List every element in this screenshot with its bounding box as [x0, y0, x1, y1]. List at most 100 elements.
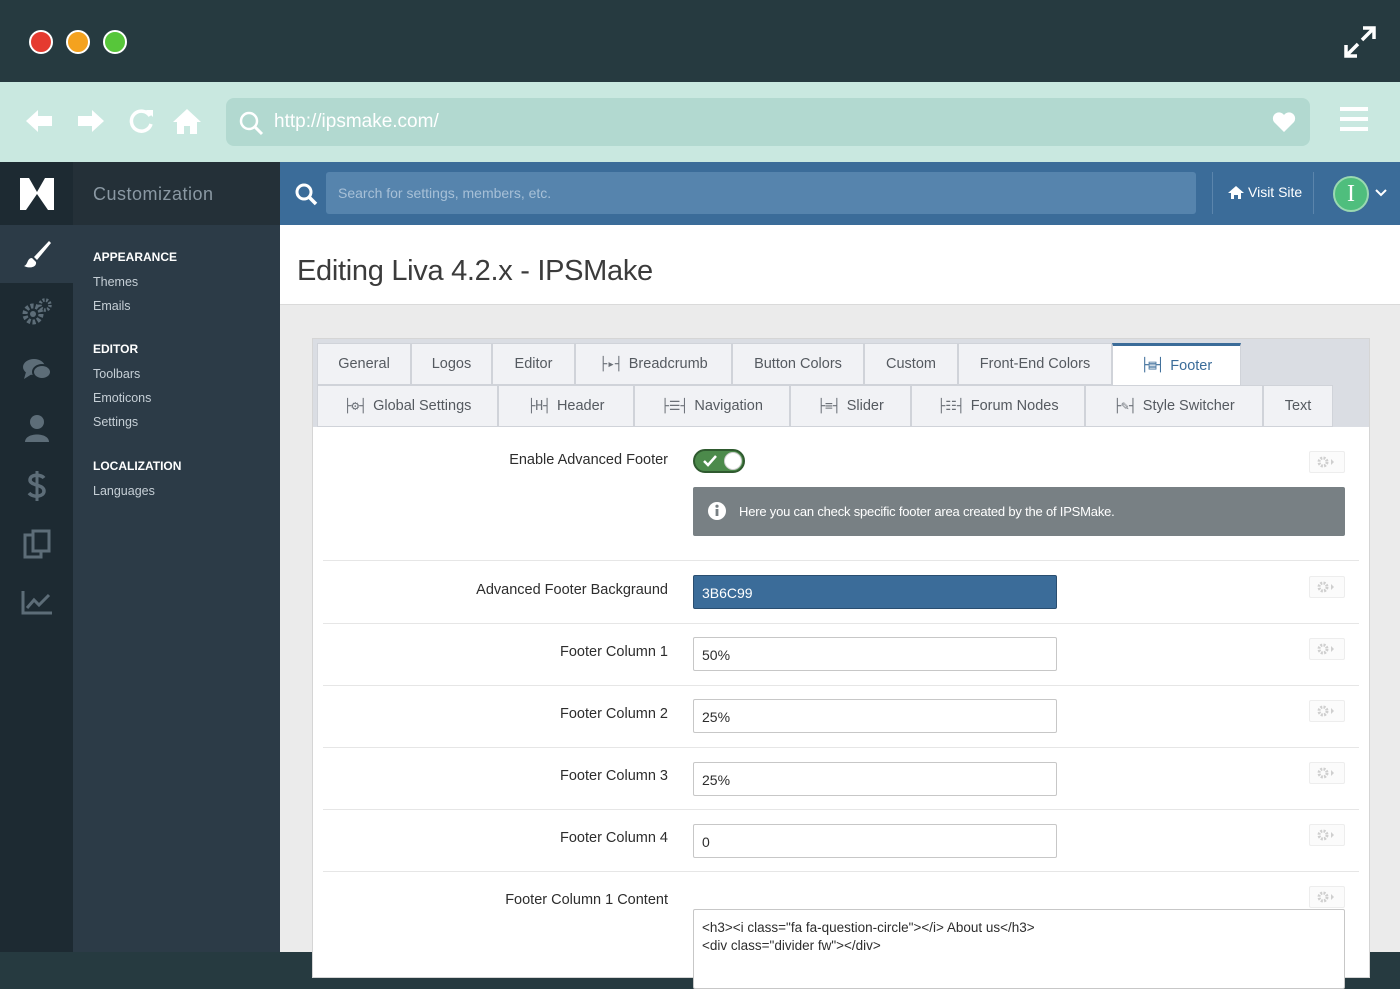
rail-stats[interactable]	[0, 573, 73, 631]
url-text: http://ipsmake.com/	[274, 111, 439, 132]
footer-background-label: Advanced Footer Backgraund	[476, 582, 668, 598]
expand-icon[interactable]	[1342, 24, 1378, 60]
sidebar-group-editor: EDITOR	[93, 342, 139, 356]
chevron-down-icon[interactable]	[1374, 186, 1388, 200]
row-divider	[323, 747, 1359, 748]
chart-line-icon	[21, 591, 52, 615]
ipsmake-logo-icon	[20, 178, 54, 210]
section-sidebar: Customization APPEARANCE Themes Emails E…	[73, 162, 280, 952]
search-icon	[239, 111, 264, 136]
tab-footer[interactable]: ├▤┤ Footer	[1112, 343, 1241, 385]
tab-general[interactable]: General	[317, 343, 411, 385]
tab-front-end-colors[interactable]: Front-End Colors	[958, 343, 1112, 385]
maximize-window-dot[interactable]	[103, 30, 127, 54]
gear-icon	[1317, 891, 1334, 903]
footer-icon: ├▤┤	[1140, 358, 1165, 373]
gear-icon	[1317, 643, 1334, 655]
setting-options-button[interactable]	[1309, 638, 1345, 660]
dollar-icon	[27, 471, 46, 501]
gears-icon	[22, 298, 52, 325]
browser-titlebar	[0, 0, 1400, 82]
setting-options-button[interactable]	[1309, 824, 1345, 846]
url-bar[interactable]: http://ipsmake.com/	[226, 98, 1310, 146]
visit-site-link[interactable]: Visit Site	[1228, 184, 1302, 200]
gear-icon	[1317, 705, 1334, 717]
toggle-knob	[724, 452, 742, 470]
rail-appearance[interactable]	[0, 225, 73, 283]
logo[interactable]	[0, 162, 73, 225]
gear-icon: ├⚙┤	[343, 398, 368, 414]
footer-column-3-input[interactable]: 25%	[693, 762, 1057, 796]
tab-text[interactable]: Text	[1263, 385, 1333, 427]
sidebar-item-emoticons[interactable]: Emoticons	[93, 391, 151, 405]
setting-options-button[interactable]	[1309, 886, 1345, 908]
reload-icon[interactable]	[126, 106, 156, 136]
footer-column-4-input[interactable]: 0	[693, 824, 1057, 858]
setting-options-button[interactable]	[1309, 576, 1345, 598]
rail-community[interactable]	[0, 341, 73, 399]
footer-column-4-label: Footer Column 4	[560, 830, 668, 846]
code-line: <h3><i class="fa fa-question-circle"></i…	[702, 920, 1035, 935]
admin-app: Customization APPEARANCE Themes Emails E…	[0, 162, 1400, 989]
theme-settings-panel: General Logos Editor ├▸┤ Breadcrumb Butto…	[312, 338, 1370, 989]
enable-footer-label: Enable Advanced Footer	[509, 452, 668, 468]
footer-column-1-content-textarea[interactable]: <h3><i class="fa fa-question-circle"></i…	[693, 909, 1345, 989]
footer-column-1-input[interactable]: 50%	[693, 637, 1057, 671]
tab-header[interactable]: ├H┤ Header	[498, 385, 634, 427]
sliders-icon: ├≡┤	[817, 398, 841, 414]
setting-options-button[interactable]	[1309, 762, 1345, 784]
search-placeholder: Search for settings, members, etc.	[338, 185, 552, 201]
code-line: <div class="divider fw"></div>	[702, 938, 881, 953]
rail-commerce[interactable]	[0, 457, 73, 515]
page-header: Editing Liva 4.2.x - IPSMake	[280, 225, 1400, 305]
gear-icon	[1317, 456, 1334, 468]
tab-style-switcher[interactable]: ├✎┤ Style Switcher	[1085, 385, 1263, 427]
tab-editor[interactable]: Editor	[492, 343, 575, 385]
row-divider	[323, 623, 1359, 624]
setting-options-button[interactable]	[1309, 700, 1345, 722]
back-arrow-icon[interactable]	[24, 106, 54, 136]
tab-breadcrumb[interactable]: ├▸┤ Breadcrumb	[575, 343, 732, 385]
sidebar-item-emails[interactable]: Emails	[93, 299, 131, 313]
tab-slider[interactable]: ├≡┤ Slider	[790, 385, 911, 427]
heart-icon[interactable]	[1272, 111, 1296, 133]
hamburger-menu-icon[interactable]	[1340, 106, 1368, 132]
avatar[interactable]: I	[1333, 176, 1369, 212]
close-window-dot[interactable]	[29, 30, 53, 54]
sidebar-item-toolbars[interactable]: Toolbars	[93, 367, 140, 381]
clipboard-icon	[23, 529, 50, 559]
tab-custom[interactable]: Custom	[864, 343, 958, 385]
footer-column-2-input[interactable]: 25%	[693, 699, 1057, 733]
enable-footer-toggle[interactable]	[693, 449, 745, 473]
tab-global-settings[interactable]: ├⚙┤ Global Settings	[317, 385, 498, 427]
sidebar-item-themes[interactable]: Themes	[93, 275, 138, 289]
divider	[1313, 172, 1314, 214]
sidebar-group-localization: LOCALIZATION	[93, 459, 182, 473]
setting-options-button[interactable]	[1309, 451, 1345, 473]
admin-search-input[interactable]: Search for settings, members, etc.	[326, 172, 1196, 214]
home-icon	[1228, 186, 1244, 199]
footer-column-1-content-label: Footer Column 1 Content	[505, 892, 668, 908]
home-icon[interactable]	[172, 106, 202, 136]
tab-button-colors[interactable]: Button Colors	[732, 343, 864, 385]
sidebar-item-settings[interactable]: Settings	[93, 415, 138, 429]
tab-logos[interactable]: Logos	[411, 343, 492, 385]
brush-icon	[23, 241, 51, 268]
footer-column-2-label: Footer Column 2	[560, 706, 668, 722]
paintbrush-icon: ├✎┤	[1113, 398, 1137, 414]
rail-system[interactable]	[0, 283, 73, 341]
header-icon: ├H┤	[527, 398, 551, 414]
footer-background-color-input[interactable]: 3B6C99	[693, 575, 1057, 609]
row-divider	[323, 560, 1359, 561]
info-icon	[708, 502, 726, 520]
sidebar-item-languages[interactable]: Languages	[93, 484, 155, 498]
minimize-window-dot[interactable]	[66, 30, 90, 54]
rail-members[interactable]	[0, 399, 73, 457]
row-divider	[323, 685, 1359, 686]
icon-rail	[0, 162, 73, 952]
tab-forum-nodes[interactable]: ├☷┤ Forum Nodes	[911, 385, 1085, 427]
forward-arrow-icon[interactable]	[76, 106, 106, 136]
search-icon[interactable]	[294, 182, 318, 206]
rail-pages[interactable]	[0, 515, 73, 573]
tab-navigation[interactable]: ├☰┤ Navigation	[634, 385, 790, 427]
